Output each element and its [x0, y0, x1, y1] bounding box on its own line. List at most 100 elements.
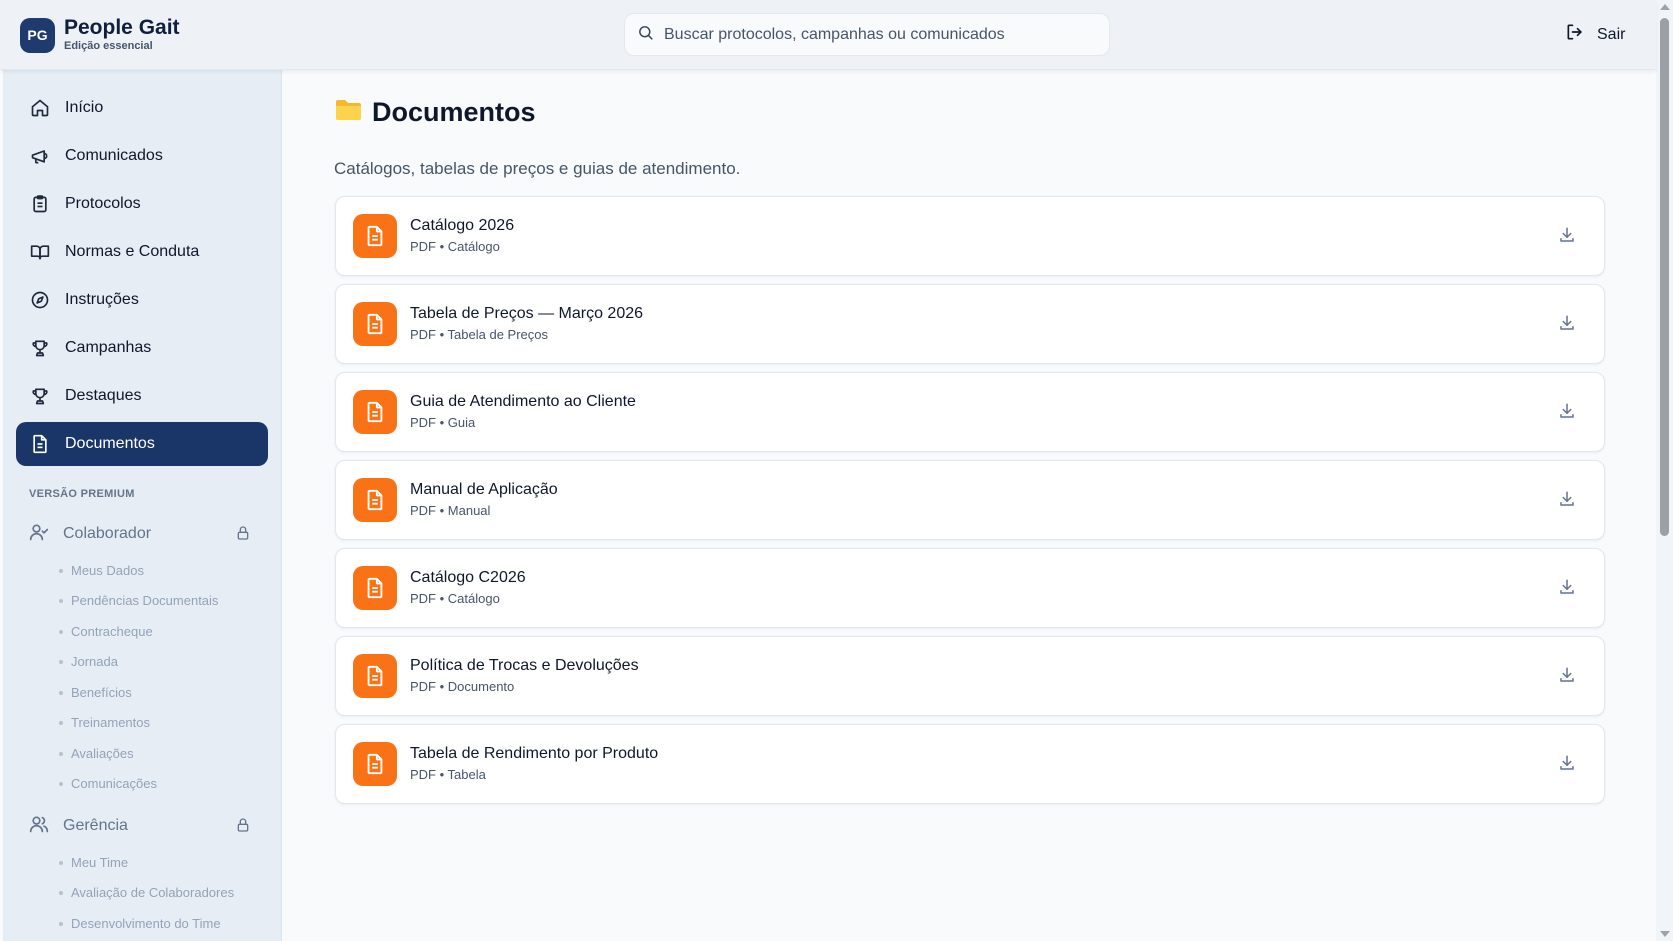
document-title: Guia de Atendimento ao Cliente [410, 393, 636, 410]
document-format: PDF [410, 679, 436, 694]
sidebar-item-label: Protocolos [65, 195, 141, 212]
subitem-label: Jornada [71, 654, 118, 669]
document-title: Tabela de Preços — Março 2026 [410, 305, 644, 322]
download-button[interactable] [1558, 490, 1576, 513]
document-format: PDF [410, 239, 436, 254]
premium-subitem: Desenvolvimento do Time [59, 916, 221, 931]
premium-subitem: Avaliações [59, 746, 134, 761]
download-button[interactable] [1558, 666, 1576, 689]
meta-separator: • [436, 591, 448, 606]
meta-separator: • [436, 679, 448, 694]
logout-label: Sair [1597, 25, 1626, 43]
document-card[interactable]: Guia de Atendimento ao Cliente PDF • Guia [335, 372, 1605, 452]
document-format: PDF [410, 591, 436, 606]
premium-subitem: Jornada [59, 654, 118, 669]
download-button[interactable] [1558, 402, 1576, 425]
premium-group-colaborador[interactable]: Colaborador [16, 516, 268, 552]
document-card[interactable]: Política de Trocas e Devoluções PDF • Doc… [335, 636, 1605, 716]
subitem-label: Comunicações [71, 776, 157, 791]
bullet-dot [59, 568, 63, 573]
subitem-label: Benefícios [71, 685, 132, 700]
file-icon [353, 742, 397, 786]
download-button[interactable] [1558, 578, 1576, 601]
scroll-up-arrow[interactable] [1660, 4, 1670, 10]
subitem-label: Treinamentos [71, 715, 150, 730]
document-category: Manual [447, 503, 491, 518]
document-card[interactable]: Catálogo C2026 PDF • Catálogo [335, 548, 1605, 628]
sidebar-item-destaques[interactable]: Destaques [16, 374, 268, 418]
folder-icon [335, 97, 362, 128]
clipboard-icon [29, 193, 51, 215]
premium-section-label: VERSÃO PREMIUM [29, 488, 135, 500]
document-meta: PDF • Guia [410, 415, 475, 430]
sidebar-item-label: Destaques [65, 387, 142, 404]
lock-icon [235, 817, 251, 838]
document-category: Documento [447, 679, 515, 694]
document-category: Catálogo [447, 239, 500, 254]
document-title: Catálogo C2026 [410, 569, 526, 586]
document-format: PDF [410, 767, 436, 782]
trophy-icon [29, 337, 51, 359]
download-button[interactable] [1558, 226, 1576, 249]
user-check-icon [29, 522, 49, 547]
meta-separator: • [436, 327, 448, 342]
subitem-label: Avaliação de Colaboradores [71, 885, 235, 900]
download-button[interactable] [1558, 754, 1576, 777]
file-icon [353, 654, 397, 698]
meta-separator: • [436, 503, 448, 518]
premium-subitem: Treinamentos [59, 715, 150, 730]
document-card[interactable]: Tabela de Rendimento por Produto PDF • Ta… [335, 724, 1605, 804]
meta-separator: • [436, 767, 448, 782]
bullet-dot [59, 690, 63, 695]
download-button[interactable] [1558, 314, 1576, 337]
subitem-label: Avaliações [71, 746, 134, 761]
bullet-dot [59, 921, 63, 926]
document-card[interactable]: Catálogo 2026 PDF • Catálogo [335, 196, 1605, 276]
brand-logo: PG [20, 17, 55, 53]
file-icon [353, 566, 397, 610]
search-icon [637, 24, 654, 46]
trophy-icon [29, 385, 51, 407]
file-icon [353, 478, 397, 522]
document-card[interactable]: Tabela de Preços — Março 2026 PDF • Tabel… [335, 284, 1605, 364]
sidebar-item-campanhas[interactable]: Campanhas [16, 326, 268, 370]
bullet-dot [59, 890, 63, 895]
sidebar-item-documentos[interactable]: Documentos [16, 422, 268, 466]
document-title: Tabela de Rendimento por Produto [410, 745, 659, 762]
bullet-dot [59, 720, 63, 725]
document-card[interactable]: Manual de Aplicação PDF • Manual [335, 460, 1605, 540]
sidebar-item-inicio[interactable]: Início [16, 86, 268, 130]
scroll-down-arrow[interactable] [1660, 931, 1670, 937]
document-meta: PDF • Tabela [410, 767, 486, 782]
document-title: Manual de Aplicação [410, 481, 558, 498]
compass-icon [29, 289, 51, 311]
logout-button[interactable]: Sair [1565, 22, 1625, 47]
premium-group-gerencia[interactable]: Gerência [16, 808, 268, 844]
sidebar-item-label: Campanhas [65, 339, 152, 356]
sidebar-item-label: Início [65, 99, 104, 116]
sidebar-item-label: Instruções [65, 291, 139, 308]
document-meta: PDF • Manual [410, 503, 490, 518]
download-icon [1558, 227, 1576, 248]
sidebar-item-instrucoes[interactable]: Instruções [16, 278, 268, 322]
premium-subitem: Meus Dados [59, 563, 144, 578]
document-category: Tabela de Preços [447, 327, 548, 342]
premium-subitem: Comunicações [59, 776, 157, 791]
sidebar-item-normas[interactable]: Normas e Conduta [16, 230, 268, 274]
search-box[interactable] [624, 13, 1110, 56]
document-icon [29, 433, 51, 455]
scroll-thumb[interactable] [1660, 18, 1669, 536]
brand[interactable]: PG People Gait Edição essencial [20, 17, 180, 53]
sidebar: Início Comunicados Protocolos Normas e C… [3, 70, 282, 941]
document-title: Catálogo 2026 [410, 217, 515, 234]
document-category: Catálogo [447, 591, 500, 606]
sidebar-item-comunicados[interactable]: Comunicados [16, 134, 268, 178]
subitem-label: Desenvolvimento do Time [71, 916, 221, 931]
scrollbar[interactable] [1656, 0, 1673, 941]
search-input[interactable] [664, 25, 1094, 44]
sidebar-item-label: Comunicados [65, 147, 163, 164]
download-icon [1558, 579, 1576, 600]
file-icon [353, 214, 397, 258]
subitem-label: Contracheque [71, 624, 153, 639]
sidebar-item-protocolos[interactable]: Protocolos [16, 182, 268, 226]
